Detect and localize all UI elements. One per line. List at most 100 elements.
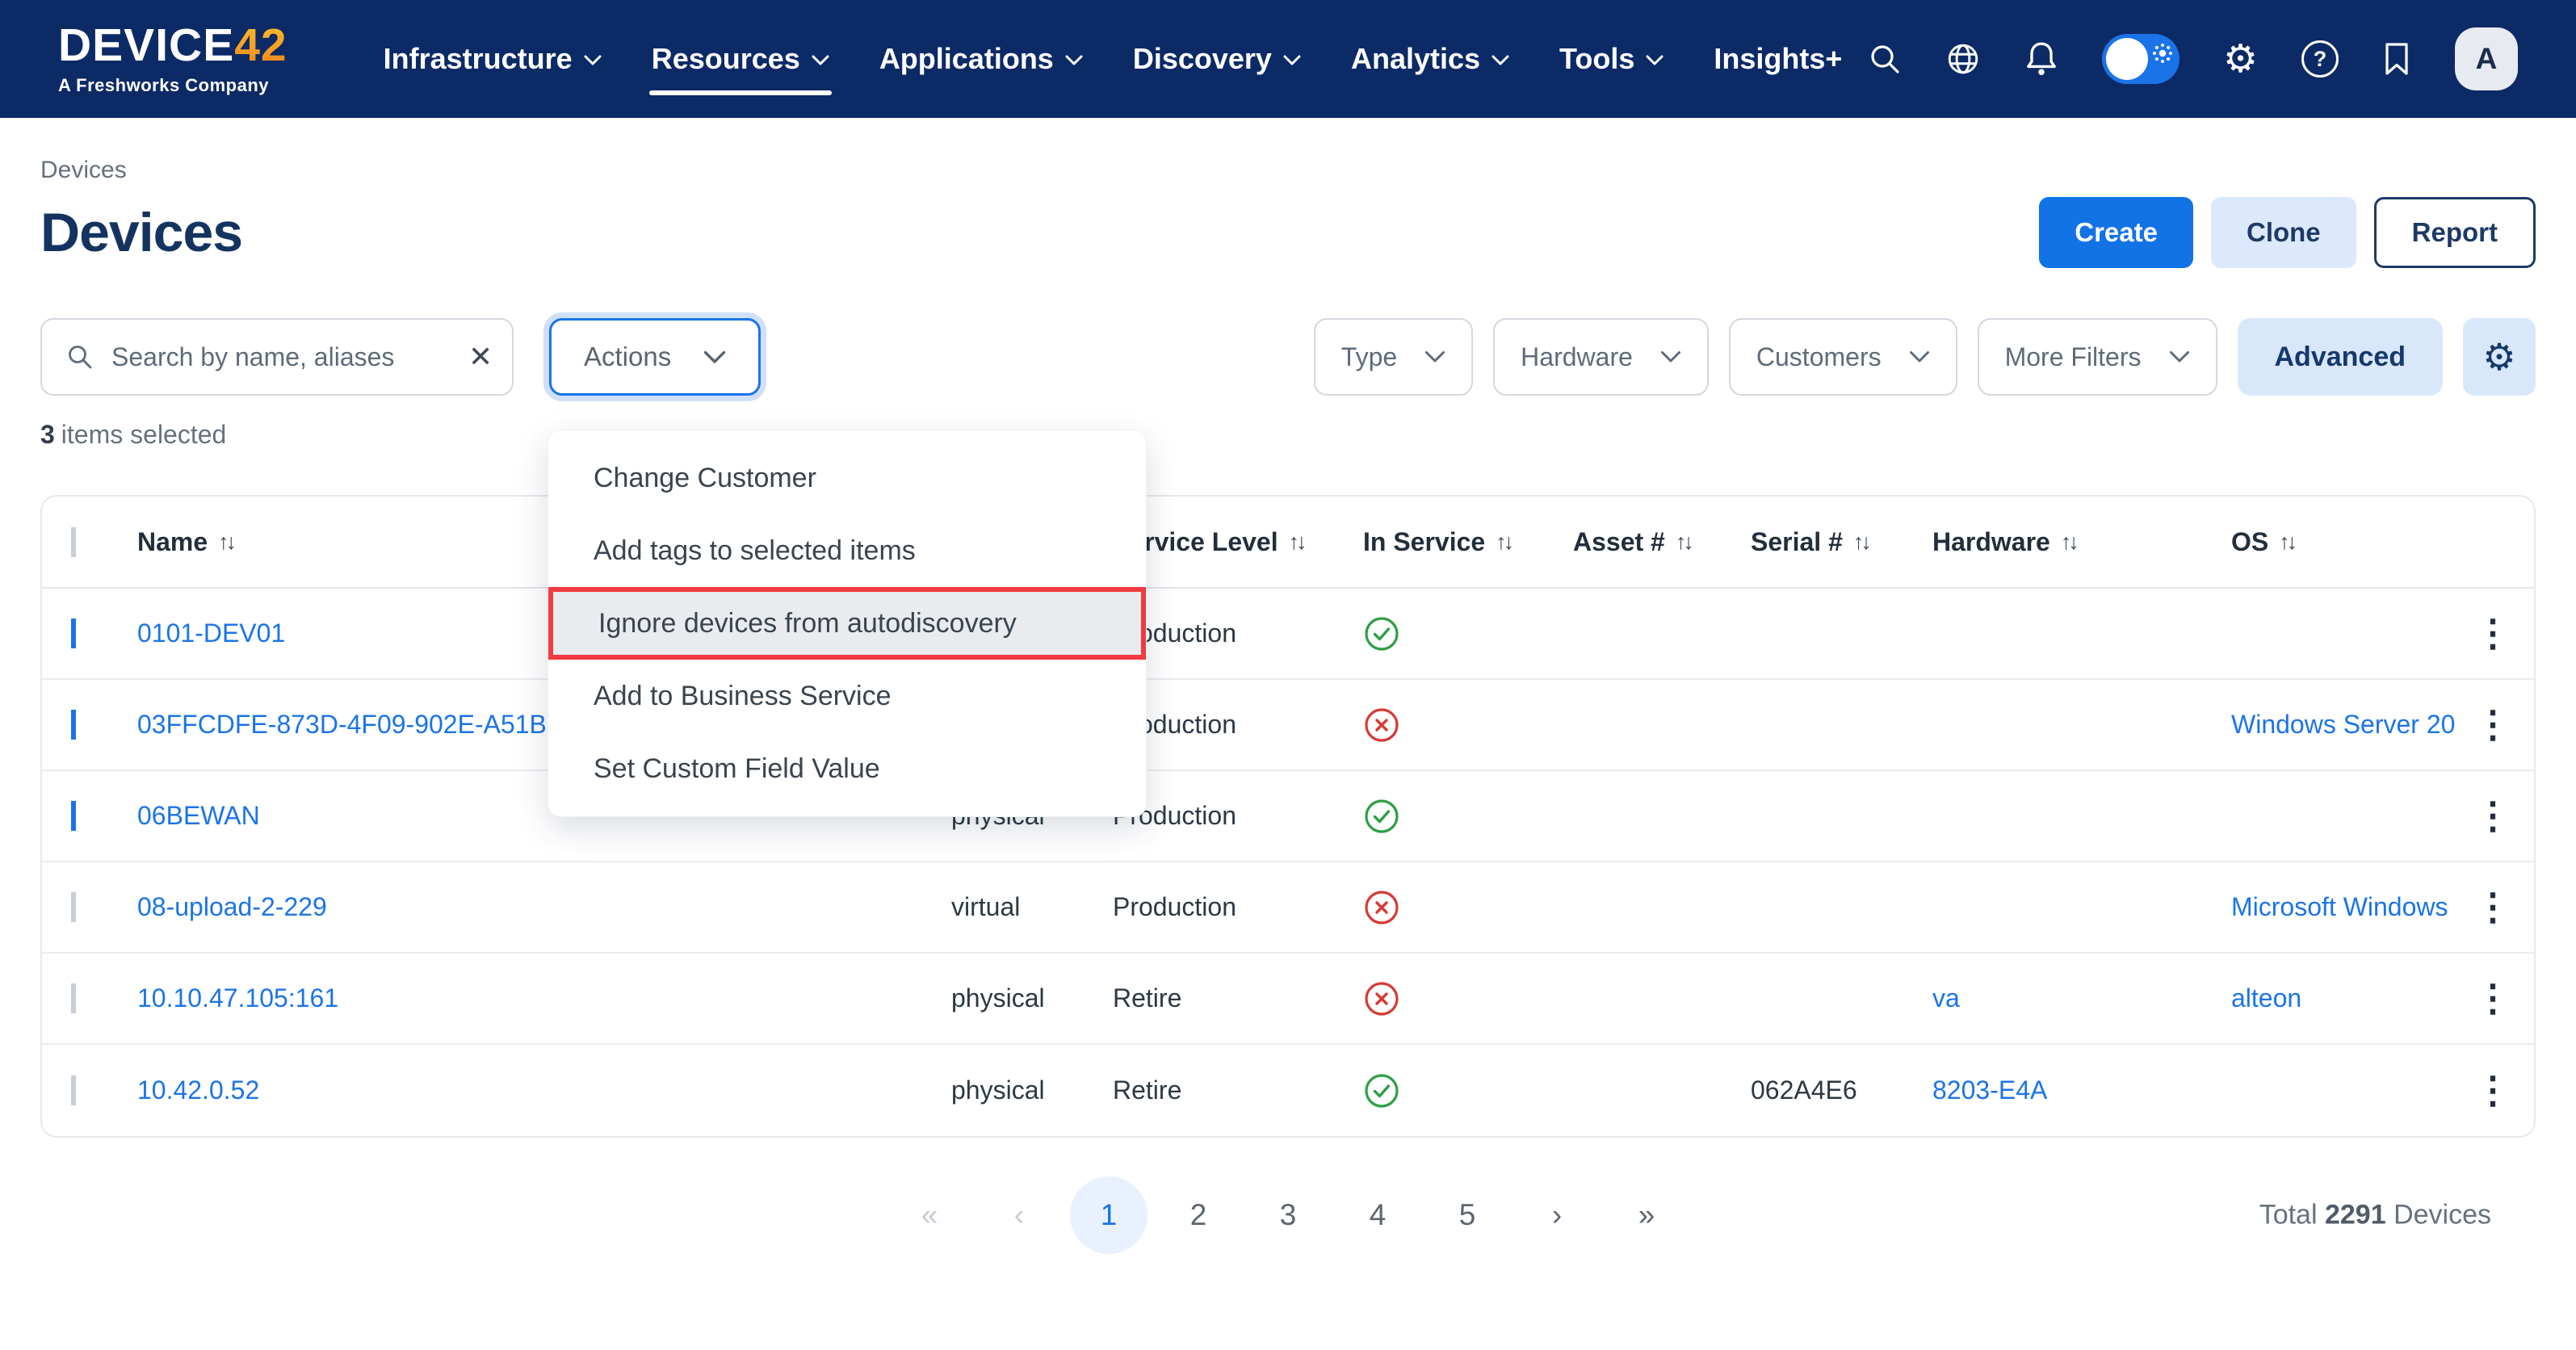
row-checkbox[interactable]	[71, 618, 76, 648]
create-button[interactable]: Create	[2039, 197, 2193, 268]
notifications-bell-icon[interactable]	[2024, 40, 2058, 78]
column-header-asset[interactable]: Asset #↑↓	[1573, 527, 1751, 557]
in-service-cell	[1363, 798, 1573, 835]
actions-dropdown-button[interactable]: Actions	[549, 318, 761, 396]
device-name-link[interactable]: 10.10.47.105:161	[137, 983, 338, 1012]
menu-item-add-tags[interactable]: Add tags to selected items	[548, 514, 1146, 587]
page-button-4[interactable]: 4	[1339, 1176, 1416, 1254]
row-checkbox[interactable]	[71, 983, 76, 1013]
search-icon[interactable]	[1868, 42, 1902, 76]
column-header-os[interactable]: OS↑↓	[2231, 527, 2465, 557]
chevron-down-icon	[1491, 55, 1509, 66]
table-settings-gear-icon[interactable]: ⚙	[2463, 318, 2536, 396]
service-level-cell: Retire	[1113, 983, 1363, 1013]
menu-item-change-customer[interactable]: Change Customer	[548, 442, 1146, 514]
service-level-cell: Production	[1113, 710, 1363, 740]
total-count: 2291	[2325, 1200, 2386, 1231]
row-kebab-menu-icon[interactable]: ⋮	[2465, 715, 2534, 735]
nav-item-infrastructure[interactable]: Infrastructure	[359, 0, 627, 118]
filter-type[interactable]: Type	[1314, 318, 1473, 396]
page-button-1[interactable]: 1	[1070, 1176, 1147, 1254]
row-kebab-menu-icon[interactable]: ⋮	[2465, 1080, 2534, 1101]
filter-hardware[interactable]: Hardware	[1493, 318, 1709, 396]
filter-customers[interactable]: Customers	[1729, 318, 1957, 396]
sort-icon: ↑↓	[2279, 530, 2294, 555]
nav-item-discovery[interactable]: Discovery	[1108, 0, 1326, 118]
device-name-link[interactable]: 08-upload-2-229	[137, 892, 327, 921]
table-row: 03FFCDFE-873D-4F09-902E-A51B Production …	[42, 680, 2534, 771]
menu-item-set-custom-field-value[interactable]: Set Custom Field Value	[548, 732, 1146, 805]
device-name-link[interactable]: 03FFCDFE-873D-4F09-902E-A51B	[137, 710, 547, 739]
menu-item-add-to-business-service[interactable]: Add to Business Service	[548, 660, 1146, 732]
advanced-filter-button[interactable]: Advanced	[2238, 318, 2444, 396]
in-service-no-icon	[1363, 706, 1400, 744]
filter-more-filters[interactable]: More Filters	[1978, 318, 2217, 396]
bookmark-icon[interactable]	[2382, 41, 2411, 77]
column-header-hardware[interactable]: Hardware↑↓	[1932, 527, 2231, 557]
search-input[interactable]	[111, 342, 451, 372]
theme-toggle[interactable]	[2102, 34, 2180, 84]
in-service-no-icon	[1363, 980, 1400, 1017]
in-service-yes-icon	[1363, 1072, 1400, 1109]
os-link[interactable]: alteon	[2231, 983, 2301, 1012]
serial-cell: 062A4E6	[1751, 1075, 1932, 1105]
row-checkbox[interactable]	[71, 1075, 76, 1105]
globe-icon[interactable]	[1945, 41, 1981, 77]
row-checkbox[interactable]	[71, 892, 76, 922]
row-checkbox[interactable]	[71, 801, 76, 831]
row-kebab-menu-icon[interactable]: ⋮	[2465, 806, 2534, 826]
chevron-down-icon	[2169, 350, 2190, 363]
clear-search-icon[interactable]: ✕	[468, 342, 493, 371]
row-checkbox[interactable]	[71, 710, 76, 740]
report-button[interactable]: Report	[2374, 197, 2536, 268]
hardware-link[interactable]: 8203-E4A	[1932, 1075, 2047, 1105]
column-header-in-service[interactable]: In Service↑↓	[1363, 527, 1573, 557]
device42-logo[interactable]: DEVICE42 A Freshworks Company	[58, 23, 287, 96]
nav-item-analytics[interactable]: Analytics	[1326, 0, 1534, 118]
device-name-link[interactable]: 0101-DEV01	[137, 618, 285, 648]
os-link[interactable]: Microsoft Windows	[2231, 892, 2448, 921]
user-avatar[interactable]: A	[2455, 27, 2518, 90]
next-page-button[interactable]: ›	[1518, 1176, 1596, 1254]
pagination: « ‹ 1 2 3 4 5 › »	[891, 1176, 1685, 1254]
settings-gear-icon[interactable]: ⚙	[2223, 36, 2258, 82]
chevron-down-icon	[1283, 55, 1301, 66]
page-content: Devices Devices Create Clone Report ✕ Ac…	[0, 157, 2576, 1256]
hardware-link[interactable]: va	[1932, 983, 1960, 1012]
device-name-link[interactable]: 10.42.0.52	[137, 1075, 259, 1105]
total-devices-label: Total 2291 Devices	[2259, 1200, 2491, 1231]
nav-item-insights[interactable]: Insights+	[1689, 0, 1867, 118]
last-page-button[interactable]: »	[1608, 1176, 1685, 1254]
os-link[interactable]: Windows Server 20	[2231, 710, 2455, 739]
first-page-button[interactable]: «	[891, 1176, 968, 1254]
page-button-3[interactable]: 3	[1249, 1176, 1327, 1254]
in-service-cell	[1363, 706, 1573, 744]
row-kebab-menu-icon[interactable]: ⋮	[2465, 623, 2534, 644]
title-row: Devices Create Clone Report	[40, 197, 2536, 268]
in-service-cell	[1363, 1072, 1573, 1109]
clone-button[interactable]: Clone	[2211, 197, 2356, 268]
menu-item-ignore-devices-from-autodiscovery[interactable]: Ignore devices from autodiscovery	[548, 587, 1146, 660]
nav-item-resources[interactable]: Resources	[627, 0, 854, 118]
breadcrumb[interactable]: Devices	[40, 157, 127, 184]
device-name-link[interactable]: 06BEWAN	[137, 801, 260, 830]
select-all-checkbox[interactable]	[71, 527, 76, 557]
devices-table: Name↑↓ Type↑↓ Service Level↑↓ In Service…	[40, 495, 2536, 1138]
column-header-service-level[interactable]: Service Level↑↓	[1113, 527, 1363, 557]
type-cell: physical	[951, 983, 1113, 1013]
row-kebab-menu-icon[interactable]: ⋮	[2465, 988, 2534, 1008]
navbar-actions: ⚙ ? A	[1868, 27, 2518, 90]
nav-item-tools[interactable]: Tools	[1534, 0, 1689, 118]
help-icon[interactable]: ?	[2301, 40, 2339, 78]
chevron-down-icon	[1660, 350, 1681, 363]
logo-text: DEVICE42	[58, 23, 287, 69]
nav-item-applications[interactable]: Applications	[854, 0, 1108, 118]
actions-dropdown-menu: Change Customer Add tags to selected ite…	[548, 430, 1147, 817]
row-kebab-menu-icon[interactable]: ⋮	[2465, 897, 2534, 917]
previous-page-button[interactable]: ‹	[980, 1176, 1058, 1254]
column-header-serial[interactable]: Serial #↑↓	[1751, 527, 1932, 557]
page-button-2[interactable]: 2	[1160, 1176, 1237, 1254]
page-button-5[interactable]: 5	[1429, 1176, 1506, 1254]
chevron-down-icon	[1646, 55, 1663, 66]
service-level-cell: Production	[1113, 801, 1363, 831]
